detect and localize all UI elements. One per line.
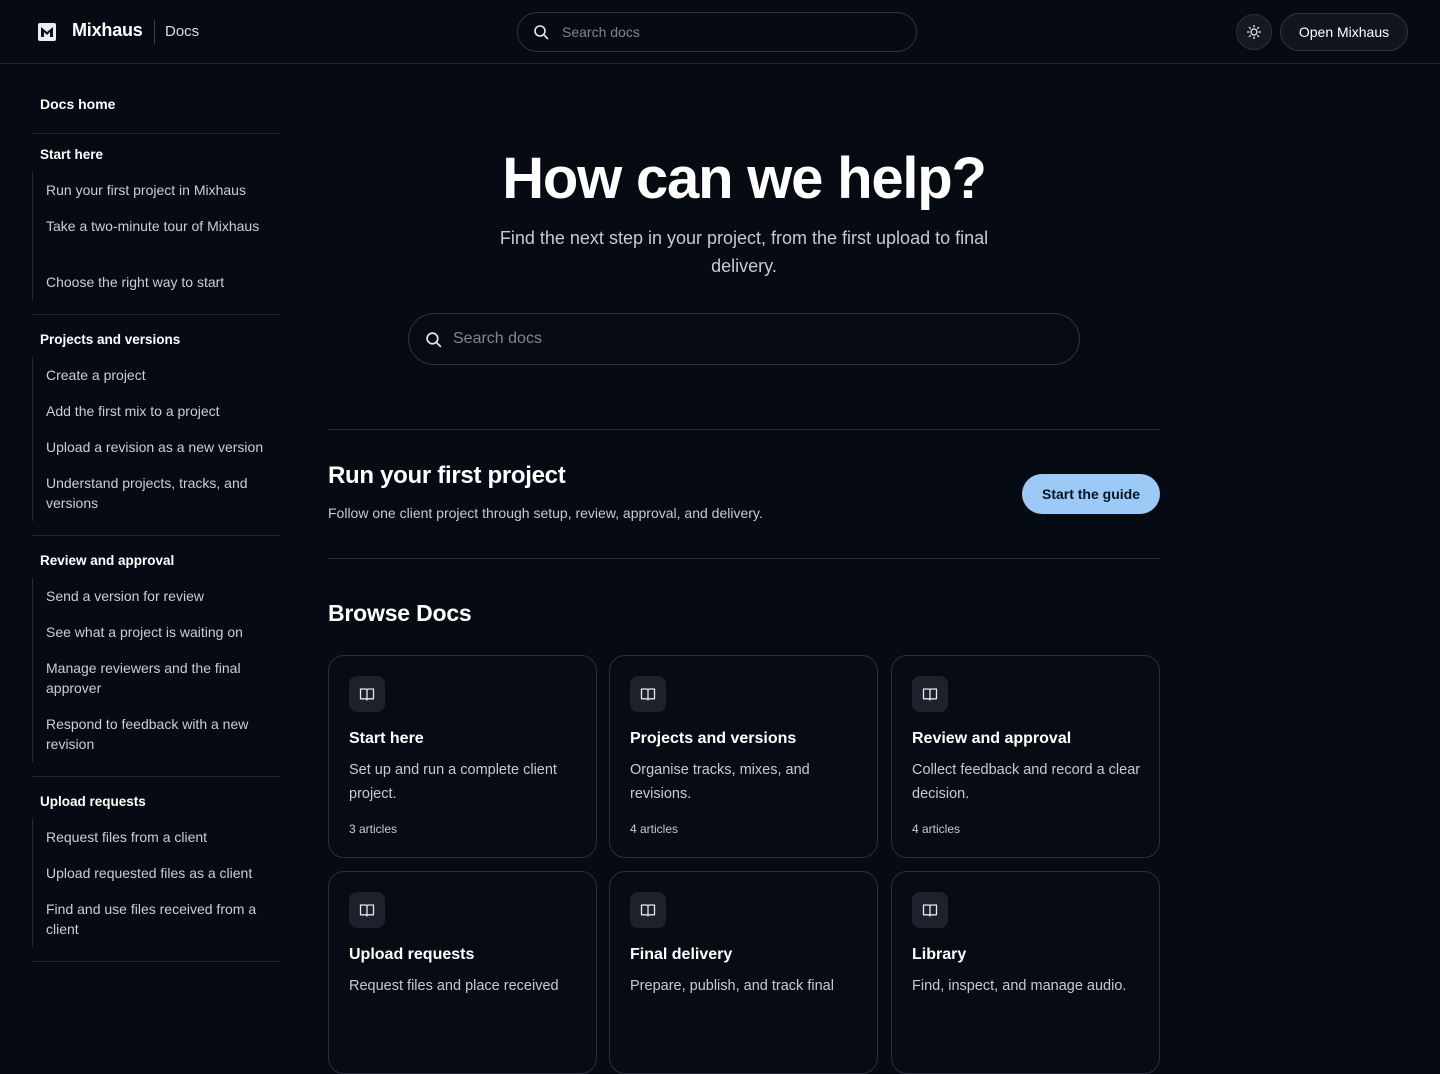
book-icon <box>349 892 385 928</box>
docs-label[interactable]: Docs <box>165 23 199 40</box>
docs-sidebar: Docs home Start here Run your first proj… <box>32 64 280 1000</box>
sidebar-item[interactable]: Request files from a client <box>46 827 271 847</box>
doc-category-card[interactable]: Review and approval Collect feedback and… <box>891 655 1160 858</box>
sidebar-section-start-here[interactable]: Start here <box>40 147 103 162</box>
brand-divider <box>154 20 155 44</box>
book-icon <box>912 676 948 712</box>
sidebar-divider <box>32 133 280 134</box>
sidebar-section-review-approval[interactable]: Review and approval <box>40 553 174 568</box>
sidebar-docs-home[interactable]: Docs home <box>40 96 115 112</box>
sidebar-item[interactable]: Understand projects, tracks, and version… <box>46 473 271 513</box>
sidebar-section-upload-requests[interactable]: Upload requests <box>40 794 146 809</box>
sidebar-section-line <box>32 357 33 521</box>
header-search[interactable] <box>517 12 917 52</box>
card-title: Start here <box>349 730 424 747</box>
card-description: Organise tracks, mixes, and revisions. <box>630 762 810 802</box>
sidebar-item[interactable]: Add the first mix to a project <box>46 401 271 421</box>
card-article-count: 3 articles <box>349 822 398 836</box>
card-article-count: 4 articles <box>912 822 961 836</box>
mixhaus-logo-icon[interactable] <box>38 23 56 41</box>
hero-search-input[interactable] <box>453 314 1063 364</box>
start-guide-button[interactable]: Start the guide <box>1022 474 1160 514</box>
sidebar-section-projects-versions[interactable]: Projects and versions <box>40 332 180 347</box>
doc-category-card[interactable]: Projects and versions Organise tracks, m… <box>609 655 878 858</box>
sidebar-item[interactable]: Choose the right way to start <box>46 272 271 292</box>
card-description: Set up and run a complete client project… <box>349 762 557 802</box>
open-mixhaus-button[interactable]: Open Mixhaus <box>1280 13 1408 51</box>
card-article-count: 4 articles <box>630 822 679 836</box>
theme-toggle-button[interactable] <box>1236 14 1272 50</box>
doc-category-card[interactable]: Upload requests Request files and place … <box>328 871 597 1074</box>
sidebar-item[interactable]: Run your first project in Mixhaus <box>46 180 271 200</box>
doc-category-card[interactable]: Final delivery Prepare, publish, and tra… <box>609 871 878 1074</box>
card-title: Upload requests <box>349 946 475 963</box>
sidebar-section-line <box>32 578 33 762</box>
book-icon <box>630 892 666 928</box>
header-search-input[interactable] <box>562 13 902 51</box>
brand-name[interactable]: Mixhaus <box>72 20 143 41</box>
sidebar-item[interactable]: Upload requested files as a client <box>46 863 271 883</box>
sidebar-divider <box>32 535 280 536</box>
sidebar-item[interactable]: Find and use files received from a clien… <box>46 899 271 939</box>
guide-description: Follow one client project through setup,… <box>328 505 763 521</box>
card-description: Prepare, publish, and track final <box>630 978 834 994</box>
search-icon <box>426 332 442 348</box>
sidebar-item[interactable]: Send a version for review <box>46 586 271 606</box>
search-icon <box>534 25 549 40</box>
sidebar-item[interactable]: See what a project is waiting on <box>46 622 271 642</box>
card-title: Projects and versions <box>630 730 797 747</box>
section-divider <box>328 429 1160 430</box>
sidebar-section-line <box>32 819 33 947</box>
sidebar-divider <box>32 314 280 315</box>
sun-icon <box>1247 25 1261 39</box>
sidebar-divider <box>32 776 280 777</box>
page-title: How can we help? <box>502 146 987 211</box>
hero-search[interactable] <box>408 313 1080 365</box>
sidebar-section-line <box>32 172 33 300</box>
card-title: Review and approval <box>912 730 1072 747</box>
sidebar-item[interactable]: Respond to feedback with a new revision <box>46 714 271 754</box>
sidebar-divider <box>32 961 280 962</box>
card-description: Request files and place received <box>349 978 559 994</box>
section-divider <box>328 558 1160 559</box>
sidebar-item[interactable]: Take a two-minute tour of Mixhaus <box>46 216 271 236</box>
book-icon <box>349 676 385 712</box>
card-description: Collect feedback and record a clear deci… <box>912 762 1141 802</box>
book-icon <box>912 892 948 928</box>
hero-subtitle: Find the next step in your project, from… <box>499 228 989 276</box>
browse-docs-title: Browse Docs <box>328 600 472 626</box>
book-icon <box>630 676 666 712</box>
doc-category-card[interactable]: Start here Set up and run a complete cli… <box>328 655 597 858</box>
card-title: Library <box>912 946 967 963</box>
card-title: Final delivery <box>630 946 733 963</box>
top-bar: Mixhaus Docs Open Mixhaus <box>0 0 1440 64</box>
card-description: Find, inspect, and manage audio. <box>912 978 1127 994</box>
sidebar-item[interactable]: Manage reviewers and the final approver <box>46 658 271 698</box>
sidebar-item[interactable]: Create a project <box>46 365 271 385</box>
doc-category-card[interactable]: Library Find, inspect, and manage audio. <box>891 871 1160 1074</box>
guide-title: Run your first project <box>328 462 566 489</box>
sidebar-item[interactable]: Upload a revision as a new version <box>46 437 271 457</box>
